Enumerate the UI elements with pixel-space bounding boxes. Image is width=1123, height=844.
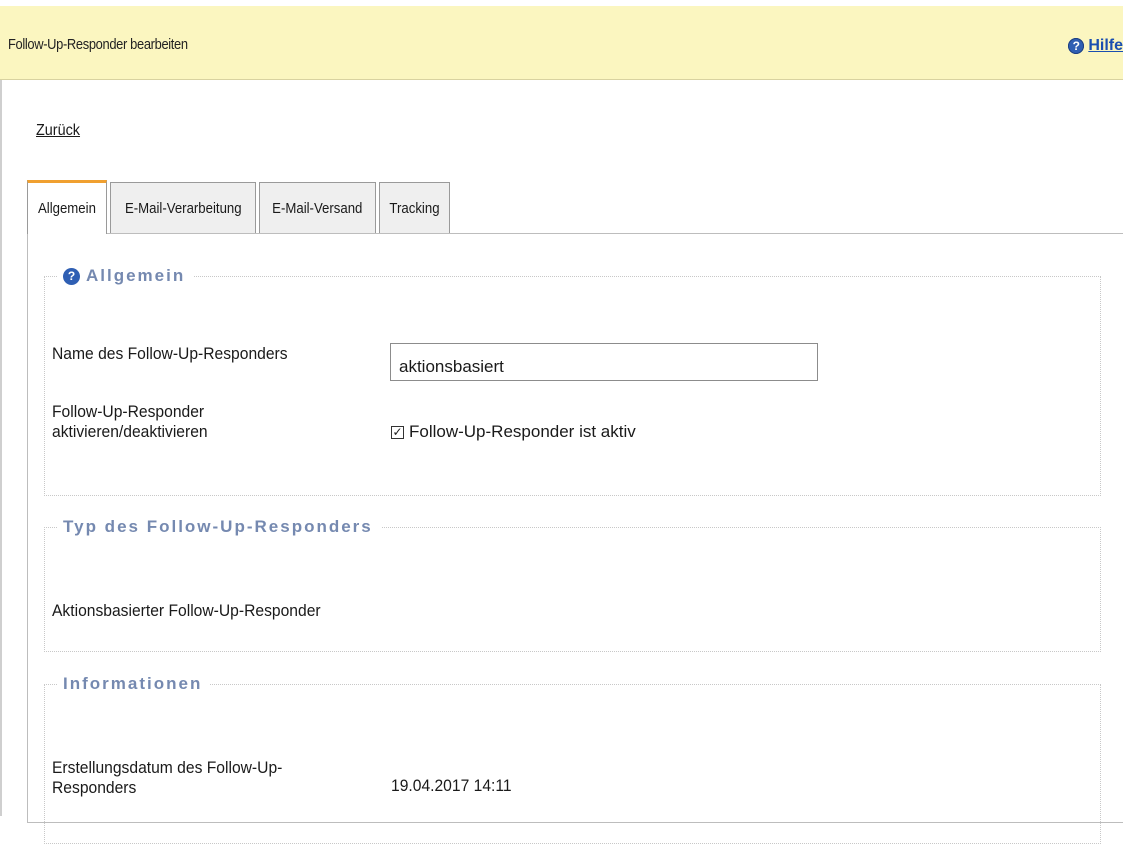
tab-email-verarbeitung[interactable]: E-Mail-Verarbeitung <box>109 182 257 234</box>
help-link[interactable]: Hilfe <box>1088 37 1123 55</box>
tab-label: E-Mail-Verarbeitung <box>124 200 242 217</box>
page-header: Follow-Up-Responder bearbeiten ? Hilfe <box>0 6 1123 80</box>
section-type-legend: Typ des Follow-Up-Responders <box>57 514 381 540</box>
section-general-legend: ? Allgemein <box>57 263 194 289</box>
tab-tracking[interactable]: Tracking <box>378 182 450 234</box>
active-checkbox-label[interactable]: Follow-Up-Responder ist aktiv <box>409 422 636 442</box>
tab-allgemein[interactable]: Allgemein <box>27 180 107 234</box>
type-value: Aktionsbasierter Follow-Up-Responder <box>52 601 321 620</box>
tab-label: E-Mail-Versand <box>272 200 363 217</box>
created-label: Erstellungsdatum des Follow-Up- Responde… <box>52 758 283 797</box>
section-type: Typ des Follow-Up-Responders <box>44 514 1101 652</box>
section-info-legend: Informationen <box>57 671 211 697</box>
back-link[interactable]: Zurück <box>36 122 80 140</box>
tab-label: Allgemein <box>37 200 96 217</box>
tab-email-versand[interactable]: E-Mail-Versand <box>259 182 376 234</box>
active-checkbox-row[interactable]: ✓ Follow-Up-Responder ist aktiv <box>391 422 636 442</box>
section-general-title: Allgemein <box>86 266 186 285</box>
toggle-label: Follow-Up-Responder aktivieren/deaktivie… <box>52 402 208 441</box>
section-type-title: Typ des Follow-Up-Responders <box>63 517 373 536</box>
page-title: Follow-Up-Responder bearbeiten <box>8 36 188 53</box>
help-button[interactable]: ? Hilfe <box>1068 36 1123 56</box>
tab-bar: Allgemein E-Mail-Verarbeitung E-Mail-Ver… <box>27 180 453 234</box>
tab-label: Tracking <box>389 200 440 217</box>
section-general: ? Allgemein <box>44 263 1101 496</box>
question-circle-icon[interactable]: ? <box>63 267 80 285</box>
section-info-title: Informationen <box>63 674 203 693</box>
name-input[interactable] <box>390 343 818 381</box>
left-border <box>0 80 2 816</box>
active-checkbox[interactable]: ✓ <box>391 425 404 439</box>
name-label: Name des Follow-Up-Responders <box>52 344 288 363</box>
help-icon[interactable]: ? <box>1068 38 1085 54</box>
created-value: 19.04.2017 14:11 <box>391 776 512 795</box>
